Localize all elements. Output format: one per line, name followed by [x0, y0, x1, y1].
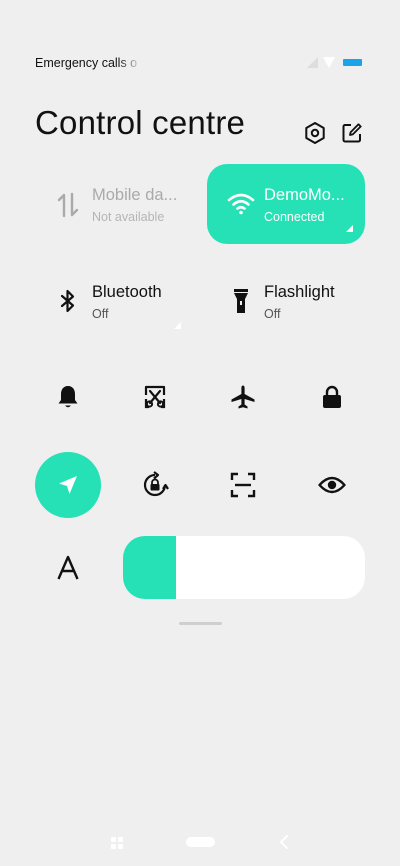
- font-size-toggle[interactable]: [35, 536, 101, 599]
- bluetooth-status: Off: [92, 307, 109, 321]
- status-fade: [118, 52, 142, 74]
- recent-apps-button[interactable]: [111, 836, 123, 849]
- rotation-lock-icon: [143, 471, 169, 497]
- location-icon: [59, 476, 77, 494]
- airplane-icon: [231, 385, 255, 409]
- flashlight-label: Flashlight: [264, 283, 335, 301]
- mobile-data-label: Mobile da...: [92, 186, 178, 204]
- scanner-toggle[interactable]: [210, 452, 276, 518]
- signal-icon: [307, 57, 318, 68]
- mobile-data-icon: [57, 192, 79, 223]
- bluetooth-label: Bluetooth: [92, 283, 162, 301]
- scanner-icon: [230, 472, 256, 498]
- eye-icon: [318, 476, 346, 494]
- bell-icon: [58, 386, 78, 408]
- flashlight-status: Off: [264, 307, 281, 321]
- bluetooth-expand-corner[interactable]: [174, 322, 181, 329]
- battery-icon: [343, 59, 362, 66]
- back-button[interactable]: [278, 834, 290, 850]
- location-toggle[interactable]: [35, 452, 101, 518]
- brightness-level: [123, 536, 177, 599]
- page-title: Control centre: [35, 104, 246, 141]
- wifi-icon: [227, 191, 255, 220]
- mobile-data-tile[interactable]: Mobile da... Not available: [35, 164, 193, 244]
- reading-mode-toggle[interactable]: [299, 452, 365, 518]
- bluetooth-tile[interactable]: Bluetooth Off: [35, 262, 193, 338]
- screenshot-toggle[interactable]: [122, 364, 188, 430]
- screenshot-icon: [144, 385, 166, 409]
- lock-icon: [323, 385, 341, 408]
- bluetooth-icon: [60, 289, 76, 318]
- brightness-slider[interactable]: [123, 536, 365, 599]
- recents-icon: [111, 837, 123, 849]
- wifi-network-label: DemoMo...: [264, 186, 345, 204]
- flashlight-icon: [233, 288, 249, 319]
- edit-icon[interactable]: [340, 121, 364, 145]
- mobile-data-status: Not available: [92, 210, 165, 224]
- settings-icon[interactable]: [303, 121, 327, 145]
- rotation-lock-toggle[interactable]: [122, 452, 188, 518]
- wifi-status: Connected: [264, 210, 325, 224]
- font-icon: [57, 555, 79, 579]
- flashlight-tile[interactable]: Flashlight Off: [207, 262, 365, 338]
- wifi-status-icon: [323, 57, 335, 68]
- wifi-expand-corner[interactable]: [346, 225, 353, 232]
- wifi-tile[interactable]: DemoMo... Connected: [207, 164, 365, 244]
- home-button[interactable]: [186, 837, 215, 847]
- back-chevron-icon: [280, 835, 288, 849]
- ringer-toggle[interactable]: [35, 364, 101, 430]
- drag-handle[interactable]: [179, 622, 222, 625]
- airplane-mode-toggle[interactable]: [210, 364, 276, 430]
- lock-screen-toggle[interactable]: [299, 364, 365, 430]
